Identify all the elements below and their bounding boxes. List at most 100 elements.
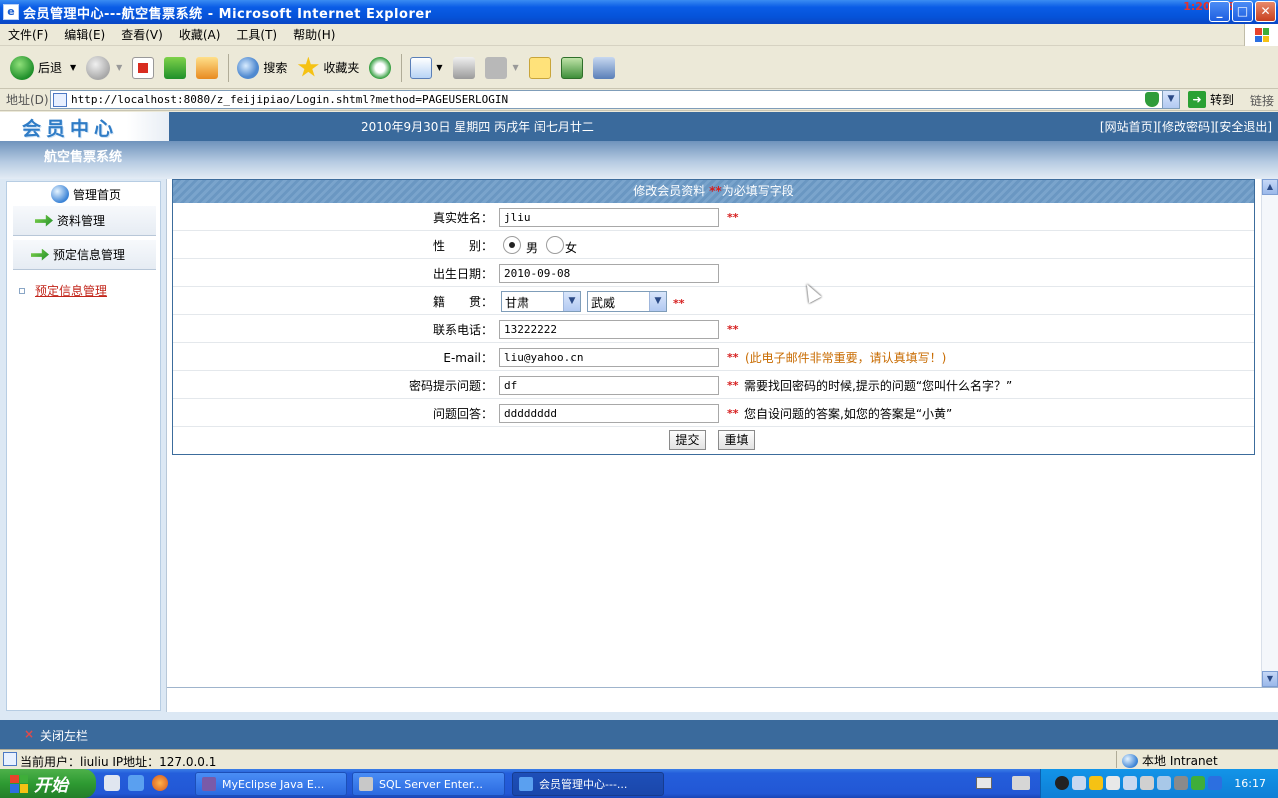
- network-icon[interactable]: [1072, 776, 1086, 790]
- home-icon: [196, 56, 219, 79]
- required-mark: **: [727, 379, 739, 392]
- note-icon: [528, 56, 551, 79]
- minimize-button[interactable]: _: [1209, 1, 1230, 22]
- gender-male-radio[interactable]: [503, 236, 521, 254]
- vertical-scrollbar[interactable]: ▲ ▼: [1261, 179, 1278, 687]
- close-sidebar-bar: × 关闭左栏: [0, 720, 1278, 749]
- required-mark: **: [727, 323, 739, 336]
- email-input[interactable]: liu@yahoo.cn: [499, 348, 719, 367]
- sidebar-item-label: 预定信息管理: [53, 248, 126, 262]
- edit-button[interactable]: ▼: [481, 51, 523, 85]
- security-zone: 本地 Intranet: [1122, 752, 1218, 769]
- chevron-down-icon[interactable]: ▼: [649, 292, 666, 311]
- media-button[interactable]: [557, 51, 587, 85]
- network-icon[interactable]: [1123, 776, 1137, 790]
- desktop-icon[interactable]: [104, 775, 120, 791]
- header-links[interactable]: [网站首页][修改密码][安全退出]: [1100, 118, 1272, 135]
- history-button[interactable]: [365, 51, 395, 85]
- mail-button[interactable]: ▼: [406, 51, 446, 85]
- row-answer: 问题回答： dddddddd ** 您自设问题的答案,如您的答案是“小黄”: [173, 399, 1254, 427]
- task-myeclipse[interactable]: MyEclipse Java E...: [195, 772, 347, 796]
- sidebar-link-booking[interactable]: 预定信息管理: [19, 282, 107, 299]
- form-title-suffix: 为必填写字段: [721, 184, 794, 198]
- windows-logo-icon: [10, 774, 28, 793]
- sidebar-home[interactable]: 管理首页: [51, 182, 121, 206]
- security-icon[interactable]: [1208, 776, 1222, 790]
- close-button[interactable]: ✕: [1255, 1, 1276, 22]
- phone-input[interactable]: 13222222: [499, 320, 719, 339]
- birthday-input[interactable]: 2010-09-08: [499, 264, 719, 283]
- sidebar-panel: 管理首页 资料管理 预定信息管理 预定信息管理: [6, 181, 161, 711]
- sidebar-item-profile[interactable]: 资料管理: [13, 206, 156, 236]
- ie-icon[interactable]: [128, 775, 144, 791]
- stop-button[interactable]: [128, 51, 158, 85]
- go-button[interactable]: ➜ 转到: [1188, 91, 1234, 108]
- menu-favorites[interactable]: 收藏(A): [171, 26, 229, 43]
- province-select[interactable]: 甘肃 ▼: [501, 291, 581, 312]
- task-sqlserver[interactable]: SQL Server Enter...: [352, 772, 505, 796]
- maximize-button[interactable]: □: [1232, 1, 1253, 22]
- row-phone: 联系电话： 13222222 **: [173, 315, 1254, 343]
- firefox-icon[interactable]: [152, 775, 168, 791]
- qq-icon[interactable]: [1055, 776, 1069, 790]
- tool-icon[interactable]: [1157, 776, 1171, 790]
- sqlserver-icon: [359, 777, 373, 791]
- green-arrow-icon: [31, 248, 49, 261]
- menu-file[interactable]: 文件(F): [0, 26, 56, 43]
- favorites-button[interactable]: 收藏夹: [293, 51, 363, 85]
- bottom-strip: [0, 712, 1278, 720]
- update-icon[interactable]: [1191, 776, 1205, 790]
- reset-button[interactable]: 重填: [718, 430, 755, 450]
- forward-button[interactable]: ▼: [82, 51, 126, 85]
- submit-button[interactable]: 提交: [669, 430, 706, 450]
- row-origin: 籍 贯： 甘肃 ▼ 武威 ▼ **: [173, 287, 1254, 315]
- chevron-down-icon[interactable]: ▼: [436, 63, 442, 72]
- row-question: 密码提示问题： df ** 需要找回密码的时候,提示的问题“您叫什么名字？”: [173, 371, 1254, 399]
- address-input[interactable]: http://localhost:8080/z_feijipiao/Login.…: [50, 90, 1180, 109]
- menu-tools[interactable]: 工具(T): [228, 26, 285, 43]
- answer-input[interactable]: dddddddd: [499, 404, 719, 423]
- chevron-down-icon[interactable]: ▼: [1162, 91, 1179, 108]
- toolbar-separator: [401, 53, 403, 82]
- menu-view[interactable]: 查看(V): [113, 26, 171, 43]
- search-label: 搜索: [263, 61, 288, 75]
- chevron-down-icon[interactable]: ▼: [563, 292, 580, 311]
- email-hint: (此电子邮件非常重要，请认真填写！): [745, 351, 947, 365]
- search-button[interactable]: 搜索: [233, 51, 291, 85]
- gender-female-radio[interactable]: [546, 236, 564, 254]
- antivirus-icon[interactable]: [1174, 776, 1188, 790]
- realname-input[interactable]: jliu: [499, 208, 719, 227]
- volume-icon[interactable]: [1106, 776, 1120, 790]
- language-icon[interactable]: [1012, 776, 1030, 790]
- menu-help[interactable]: 帮助(H): [285, 26, 343, 43]
- chevron-down-icon[interactable]: ▼: [116, 63, 122, 72]
- messenger-button[interactable]: [589, 51, 619, 85]
- scroll-up-icon[interactable]: ▲: [1262, 179, 1278, 195]
- home-button[interactable]: [192, 51, 222, 85]
- tray-icons: [1055, 776, 1222, 790]
- task-ie[interactable]: 会员管理中心---...: [512, 772, 664, 796]
- start-button[interactable]: 开始: [0, 769, 96, 798]
- question-input[interactable]: df: [499, 376, 719, 395]
- menu-edit[interactable]: 编辑(E): [56, 26, 113, 43]
- monitor-icon[interactable]: [1140, 776, 1154, 790]
- chevron-down-icon[interactable]: ▼: [70, 63, 76, 72]
- close-sidebar-link[interactable]: 关闭左栏: [40, 727, 88, 744]
- keyboard-icon[interactable]: [976, 777, 992, 789]
- shield-icon[interactable]: [1089, 776, 1103, 790]
- window-title-bar[interactable]: e 会员管理中心---航空售票系统 - Microsoft Internet E…: [0, 0, 1278, 24]
- links-button[interactable]: 链接: [1250, 92, 1274, 109]
- close-icon[interactable]: ×: [24, 727, 34, 741]
- sidebar-item-booking[interactable]: 预定信息管理: [13, 240, 156, 270]
- back-label: 后退: [38, 61, 63, 75]
- print-button[interactable]: [449, 51, 479, 85]
- back-button[interactable]: 后退 ▼: [6, 51, 80, 85]
- go-label: 转到: [1210, 93, 1235, 107]
- refresh-button[interactable]: [160, 51, 190, 85]
- province-value: 甘肃: [505, 296, 530, 310]
- page-header: 会员中心 2010年9月30日 星期四 丙戌年 闰七月廿二 [网站首页][修改密…: [0, 112, 1278, 141]
- note-button[interactable]: [525, 51, 555, 85]
- city-select[interactable]: 武威 ▼: [587, 291, 667, 312]
- scroll-down-icon[interactable]: ▼: [1262, 671, 1278, 687]
- chevron-down-icon[interactable]: ▼: [513, 63, 519, 72]
